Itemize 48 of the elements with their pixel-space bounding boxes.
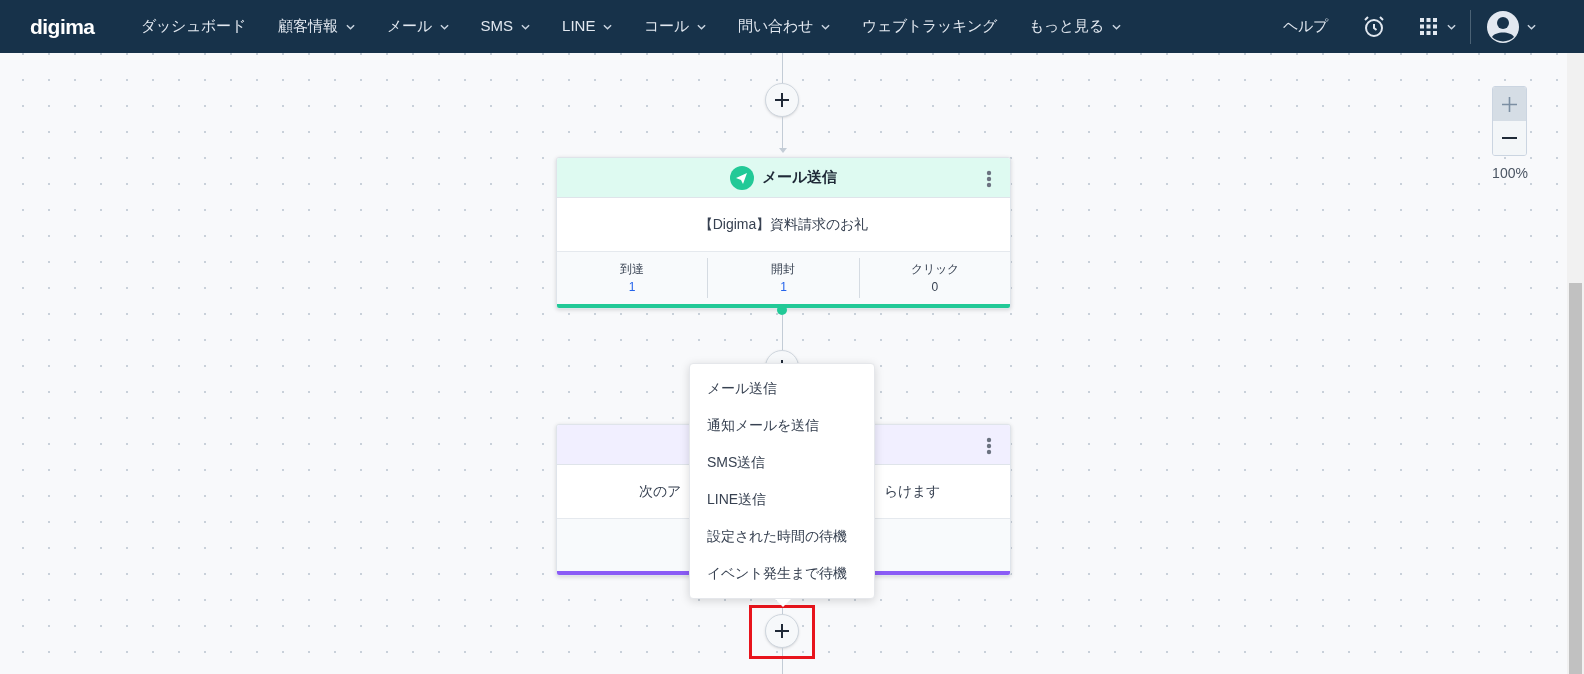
flow-step-card[interactable]: メール送信 【Digima】資料請求のお礼 到達 1 開封 1 クリック 0: [556, 157, 1011, 309]
plus-icon: [774, 623, 790, 639]
help-link[interactable]: ヘルプ: [1283, 15, 1328, 38]
stat-value[interactable]: 1: [628, 278, 636, 296]
minus-icon: [1502, 137, 1517, 139]
step-description: 次のア: [639, 482, 681, 501]
alarm-clock-icon[interactable]: [1362, 14, 1386, 39]
highlight-frame: [749, 605, 815, 659]
account-menu-button[interactable]: [1487, 10, 1536, 43]
zoom-level: 100%: [1491, 164, 1529, 183]
more-options-icon[interactable]: [986, 437, 992, 455]
step-title: メール送信: [762, 167, 837, 188]
nav-item[interactable]: LINE: [546, 0, 629, 53]
nav-item[interactable]: ウェブトラッキング: [846, 0, 1014, 53]
menu-item[interactable]: 通知メールを送信: [690, 407, 874, 444]
grid-icon: [1420, 18, 1437, 35]
nav-item[interactable]: 問い合わせ: [722, 0, 847, 53]
nav-item[interactable]: メール: [370, 0, 465, 53]
scrollbar[interactable]: [1567, 53, 1584, 674]
add-step-button[interactable]: [765, 614, 799, 648]
step-description: らけます: [884, 482, 940, 501]
menu-item[interactable]: メール送信: [690, 370, 874, 407]
nav-item[interactable]: もっと見る: [1013, 0, 1138, 53]
stat-label: クリック: [910, 261, 959, 278]
caret-icon: [1447, 23, 1456, 30]
nav-item[interactable]: ダッシュボード: [124, 0, 262, 53]
menu-item[interactable]: イベント発生まで待機: [690, 555, 874, 592]
stat-value[interactable]: 1: [780, 278, 787, 296]
nav-item[interactable]: SMS: [464, 0, 547, 53]
zoom-out-button[interactable]: [1493, 121, 1526, 155]
user-avatar-icon: [1487, 10, 1519, 43]
menu-item[interactable]: LINE送信: [690, 481, 874, 518]
menu-item[interactable]: SMS送信: [690, 444, 874, 481]
paper-plane-icon: [730, 165, 754, 190]
caret-icon: [1527, 23, 1536, 30]
stat-value: 0: [931, 279, 939, 296]
plus-icon: [1502, 96, 1517, 112]
nav-item[interactable]: 顧客情報: [261, 0, 371, 53]
apps-menu-button[interactable]: [1420, 18, 1456, 35]
add-step-button[interactable]: [765, 83, 799, 117]
more-options-icon[interactable]: [986, 170, 992, 188]
stat-label: 到達: [620, 261, 645, 278]
logo[interactable]: digima: [30, 10, 95, 43]
stat-label: 開封: [771, 261, 796, 278]
nav-item[interactable]: コール: [628, 0, 723, 53]
scrollbar-thumb[interactable]: [1569, 283, 1582, 674]
plus-icon: [774, 92, 790, 108]
email-subject: 【Digima】資料請求のお礼: [698, 215, 869, 234]
